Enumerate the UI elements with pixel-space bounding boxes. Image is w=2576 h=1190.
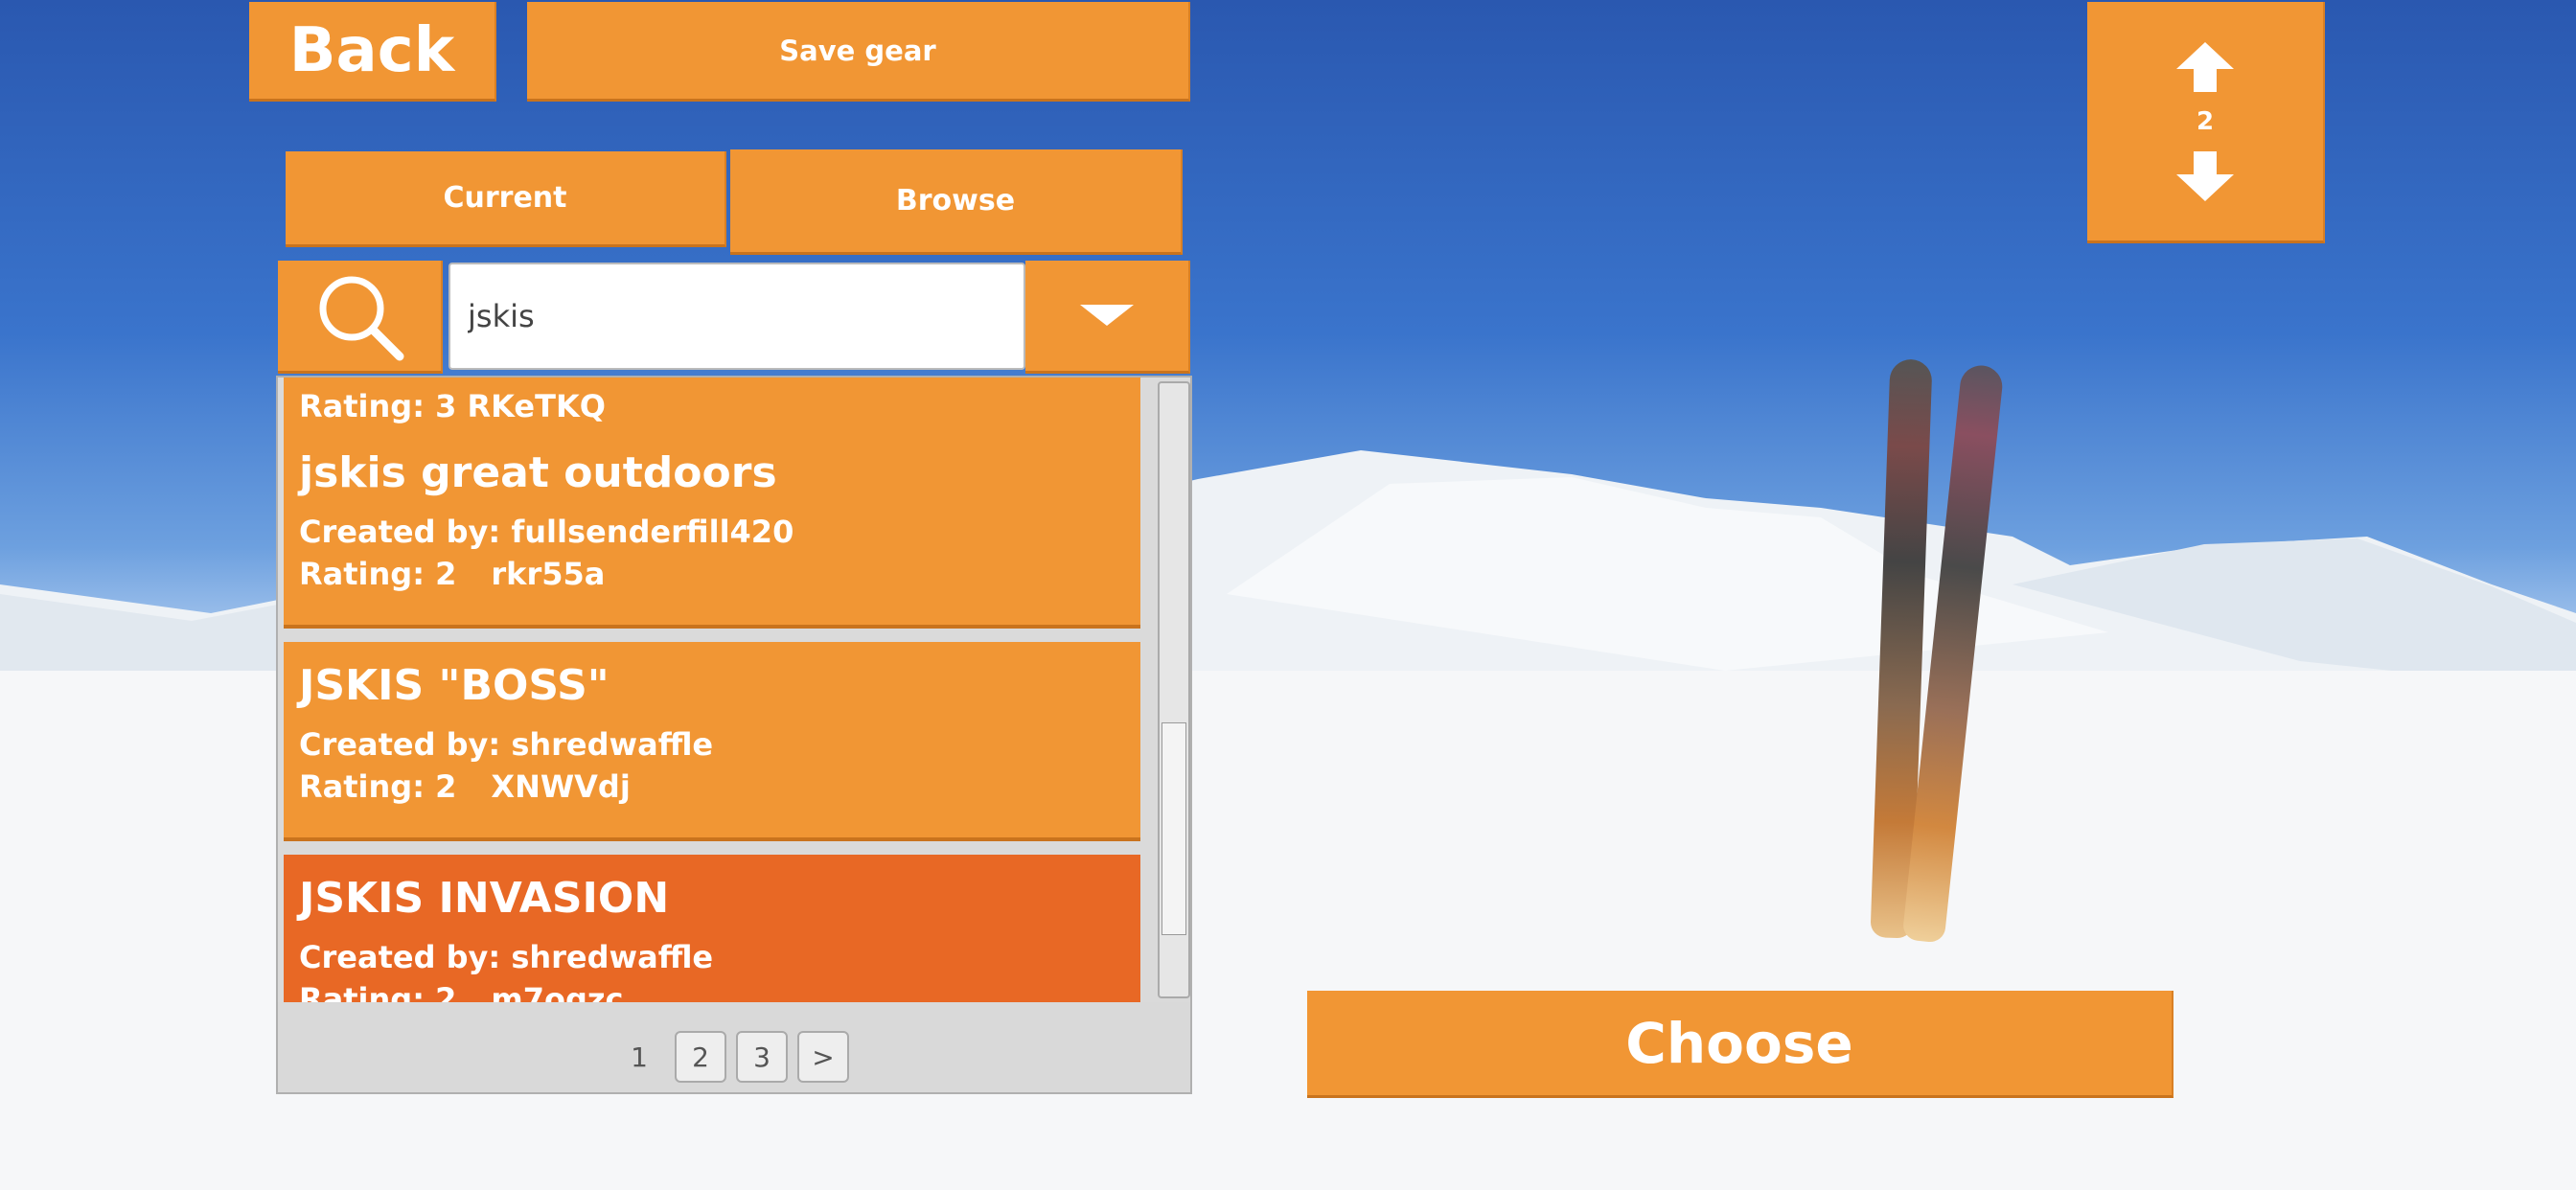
search-icon	[319, 276, 404, 360]
item-rating: Rating: 2	[299, 768, 457, 805]
item-title: JSKIS "BOSS"	[299, 661, 610, 710]
list-item[interactable]: JSKIS "BOSS" Created by: shredwaffle Rat…	[284, 642, 1140, 841]
page-stepper[interactable]: 2	[2087, 2, 2325, 243]
search-bar	[278, 261, 1190, 374]
item-code: rkr55a	[491, 556, 606, 592]
item-rating-line: Rating: 2 m7oqzc	[299, 978, 1125, 1002]
item-title: JSKIS INVASION	[299, 874, 670, 923]
search-input[interactable]	[448, 263, 1025, 370]
item-rating-line: Rating: 3 RKeTKQ	[299, 388, 606, 424]
sort-dropdown-button[interactable]	[1025, 261, 1190, 374]
page-3[interactable]: 3	[736, 1031, 788, 1083]
arrow-up-icon[interactable]	[2176, 41, 2234, 92]
gear-list-panel: Rating: 3 RKeTKQ jskis great outdoors Cr…	[276, 376, 1192, 1094]
item-rating: Rating: 2	[299, 556, 457, 592]
scrollbar-thumb[interactable]	[1162, 722, 1186, 935]
item-rating-line: Rating: 2 rkr55a	[299, 553, 1125, 595]
item-code: m7oqzc	[491, 981, 624, 1002]
item-rating: Rating: 2	[299, 981, 457, 1002]
item-rating-line: Rating: 2 XNWVdj	[299, 766, 1125, 808]
chevron-down-icon	[1080, 304, 1134, 326]
next-page-button[interactable]: >	[797, 1031, 849, 1083]
page-1[interactable]: 1	[613, 1031, 665, 1083]
tab-current[interactable]: Current	[286, 151, 726, 247]
search-button[interactable]	[278, 261, 443, 374]
page-stepper-value: 2	[2196, 106, 2215, 136]
tab-browse[interactable]: Browse	[730, 149, 1183, 255]
item-code: XNWVdj	[491, 768, 631, 805]
gear-list: Rating: 3 RKeTKQ jskis great outdoors Cr…	[284, 378, 1146, 1002]
back-button[interactable]: Back	[249, 2, 496, 102]
list-item-selected[interactable]: JSKIS INVASION Created by: shredwaffle R…	[284, 855, 1140, 1002]
list-item[interactable]: jskis great outdoors Created by: fullsen…	[284, 429, 1140, 629]
item-title: jskis great outdoors	[299, 448, 777, 497]
page-2[interactable]: 2	[675, 1031, 726, 1083]
item-creator: Created by: shredwaffle	[299, 939, 714, 975]
pagination: 1 2 3 >	[278, 1002, 1190, 1092]
item-creator: Created by: shredwaffle	[299, 726, 714, 763]
item-creator: Created by: fullsenderfill420	[299, 514, 794, 550]
list-scrollbar[interactable]	[1158, 381, 1190, 998]
choose-button[interactable]: Choose	[1307, 991, 2174, 1098]
save-gear-button[interactable]: Save gear	[527, 2, 1190, 102]
arrow-down-icon[interactable]	[2176, 150, 2234, 201]
